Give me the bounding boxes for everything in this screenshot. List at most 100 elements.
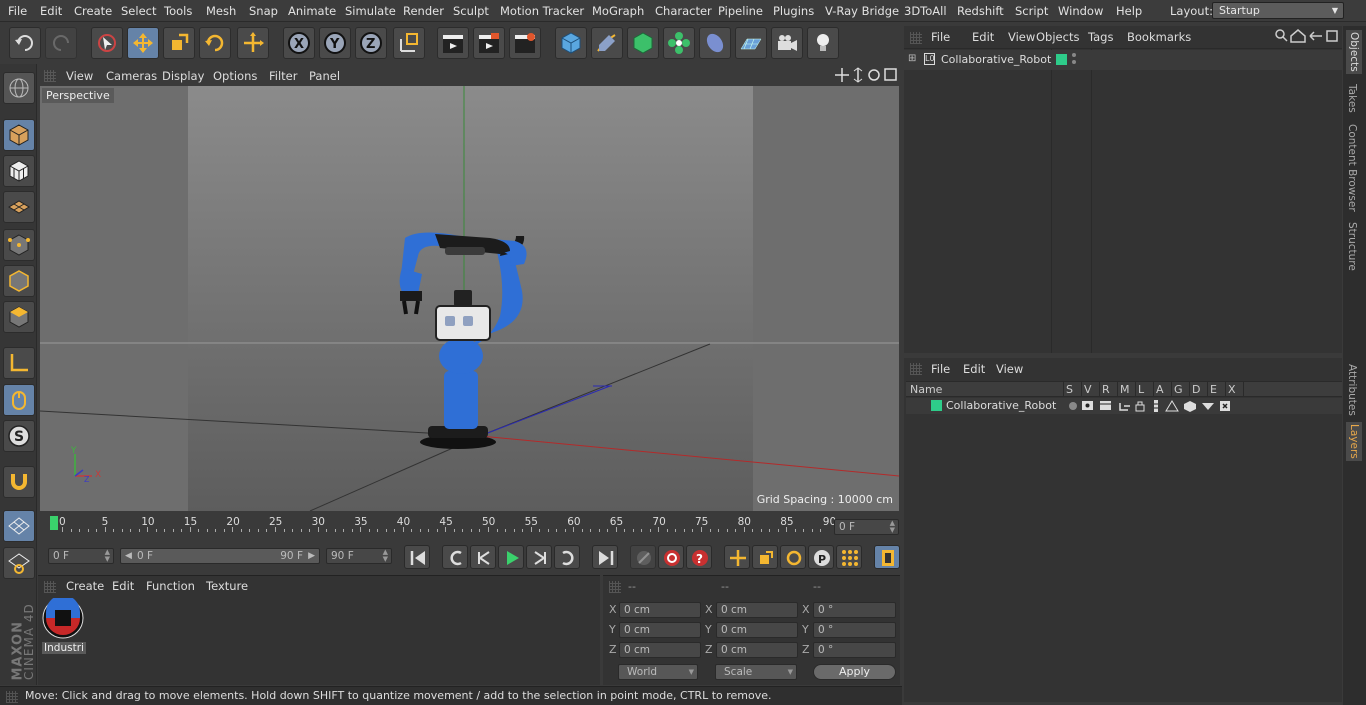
- edges-mode-button[interactable]: [3, 265, 35, 297]
- tweak-mode-button[interactable]: [3, 384, 35, 416]
- menu-script[interactable]: Script: [1015, 4, 1048, 18]
- start-frame-field[interactable]: 0 F ▲ ▼: [48, 548, 114, 564]
- position-y-field[interactable]: 0 cm: [619, 622, 701, 638]
- key-point-level-button[interactable]: [836, 545, 862, 569]
- menu-create[interactable]: Create: [74, 4, 112, 18]
- transform-tool-button[interactable]: [237, 27, 269, 59]
- go-to-start-button[interactable]: [404, 545, 430, 569]
- layer-column-v[interactable]: V: [1084, 383, 1092, 396]
- keyframe-selection-button[interactable]: ?: [686, 545, 712, 569]
- menu-tools[interactable]: Tools: [164, 4, 192, 18]
- undo-button[interactable]: [9, 27, 41, 59]
- end-frame-field[interactable]: 90 F ▲ ▼: [326, 548, 392, 564]
- layer-column-l[interactable]: L: [1138, 383, 1144, 396]
- rotation-y-field[interactable]: 0 °: [813, 622, 896, 638]
- model-mode-button[interactable]: [3, 119, 35, 151]
- tab-content-browser[interactable]: Content Browser: [1346, 124, 1358, 212]
- previous-frame-button[interactable]: [470, 545, 496, 569]
- material-swatch[interactable]: Industri: [42, 595, 86, 656]
- frame-range-slider[interactable]: ◀ 0 F 90 F ▶: [120, 548, 320, 564]
- editor-visibility-dot-icon[interactable]: [1072, 53, 1076, 57]
- render-settings-button[interactable]: [509, 27, 541, 59]
- layer-column-name[interactable]: Name: [910, 383, 942, 396]
- layer-column-e[interactable]: E: [1210, 383, 1217, 396]
- previous-key-button[interactable]: [442, 545, 468, 569]
- workplane-lock-button[interactable]: [3, 510, 35, 542]
- material-menu-function[interactable]: Function: [146, 579, 195, 593]
- menu-window[interactable]: Window: [1058, 4, 1103, 18]
- layer-color-swatch[interactable]: [931, 400, 942, 411]
- object-menu-file[interactable]: File: [931, 30, 950, 44]
- redo-button[interactable]: [45, 27, 77, 59]
- layer-column-a[interactable]: A: [1156, 383, 1164, 396]
- menu-edit[interactable]: Edit: [40, 4, 62, 18]
- object-manager-nav-icons[interactable]: [1274, 28, 1340, 44]
- render-picture-viewer-button[interactable]: [473, 27, 505, 59]
- texture-mode-button[interactable]: [3, 155, 35, 187]
- current-frame-field[interactable]: 0 F ▲ ▼: [834, 519, 899, 535]
- layer-column-m[interactable]: M: [1120, 383, 1130, 396]
- rotation-z-field[interactable]: 0 °: [813, 642, 896, 658]
- axis-mode-button[interactable]: [3, 347, 35, 379]
- rotate-tool-button[interactable]: [199, 27, 231, 59]
- camera-button[interactable]: [771, 27, 803, 59]
- scale-tool-button[interactable]: [163, 27, 195, 59]
- menu-motion-tracker[interactable]: Motion Tracker: [500, 4, 584, 18]
- timeline-window-button[interactable]: [874, 545, 900, 569]
- menu-mograph[interactable]: MoGraph: [592, 4, 644, 18]
- layer-row-collaborative-robot[interactable]: Collaborative_Robot: [906, 398, 1342, 414]
- coordinate-system-button[interactable]: [393, 27, 425, 59]
- light-button[interactable]: [807, 27, 839, 59]
- magnet-snap-button[interactable]: [3, 466, 35, 498]
- menu-3dtoall[interactable]: 3DToAll: [904, 4, 947, 18]
- camera-label[interactable]: Perspective: [42, 88, 114, 103]
- record-active-objects-button[interactable]: [630, 545, 656, 569]
- x-axis-lock-button[interactable]: X: [283, 27, 315, 59]
- key-parameter-button[interactable]: P: [808, 545, 834, 569]
- live-selection-button[interactable]: [91, 27, 123, 59]
- layer-menu-file[interactable]: File: [931, 362, 950, 376]
- tab-objects[interactable]: Objects: [1346, 30, 1362, 74]
- z-axis-lock-button[interactable]: Z: [355, 27, 387, 59]
- object-menu-bookmarks[interactable]: Bookmarks: [1127, 30, 1191, 44]
- polygons-mode-button[interactable]: [3, 301, 35, 333]
- menu-pipeline[interactable]: Pipeline: [718, 4, 763, 18]
- viewport-menu-filter[interactable]: Filter: [269, 69, 297, 83]
- menu-simulate[interactable]: Simulate: [345, 4, 396, 18]
- layer-flags-icons[interactable]: [1068, 399, 1238, 413]
- next-frame-button[interactable]: [526, 545, 552, 569]
- layer-column-x[interactable]: X: [1228, 383, 1236, 396]
- menu-animate[interactable]: Animate: [288, 4, 336, 18]
- size-mode-select[interactable]: Scale ▼: [715, 664, 797, 680]
- material-menu-edit[interactable]: Edit: [112, 579, 134, 593]
- layer-column-r[interactable]: R: [1102, 383, 1110, 396]
- menu-mesh[interactable]: Mesh: [206, 4, 236, 18]
- viewport-menu-options[interactable]: Options: [213, 69, 257, 83]
- tab-structure[interactable]: Structure: [1346, 222, 1358, 271]
- deformer-button[interactable]: [699, 27, 731, 59]
- play-button[interactable]: [498, 545, 524, 569]
- key-rotation-button[interactable]: [780, 545, 806, 569]
- points-mode-button[interactable]: [3, 229, 35, 261]
- move-tool-button[interactable]: [127, 27, 159, 59]
- coordinate-mode-select[interactable]: World ▼: [618, 664, 698, 680]
- material-menu-create[interactable]: Create: [66, 579, 104, 593]
- layer-menu-edit[interactable]: Edit: [963, 362, 985, 376]
- layer-column-g[interactable]: G: [1174, 383, 1183, 396]
- timeline-ruler[interactable]: 0 5 10 15 20 25 30 35 40 45 50 55 60 65 70 75 80 85 90 0 F…: [40, 512, 900, 542]
- rotation-x-field[interactable]: 0 °: [813, 602, 896, 618]
- tab-layers[interactable]: Layers: [1346, 422, 1362, 461]
- cube-object-button[interactable]: [555, 27, 587, 59]
- menu-v-ray-bridge[interactable]: V-Ray Bridge: [825, 4, 899, 18]
- size-z-field[interactable]: 0 cm: [716, 642, 798, 658]
- render-visibility-dot-icon[interactable]: [1072, 60, 1076, 64]
- apply-button[interactable]: Apply: [813, 664, 896, 680]
- menu-help[interactable]: Help: [1116, 4, 1142, 18]
- menu-snap[interactable]: Snap: [249, 4, 278, 18]
- viewport-menu-cameras[interactable]: Cameras: [106, 69, 157, 83]
- viewport-menu-view[interactable]: View: [66, 69, 93, 83]
- viewport-nav-icons[interactable]: [834, 67, 898, 83]
- viewport-menu-display[interactable]: Display: [162, 69, 204, 83]
- menu-render[interactable]: Render: [403, 4, 444, 18]
- workplane-align-button[interactable]: [3, 547, 35, 579]
